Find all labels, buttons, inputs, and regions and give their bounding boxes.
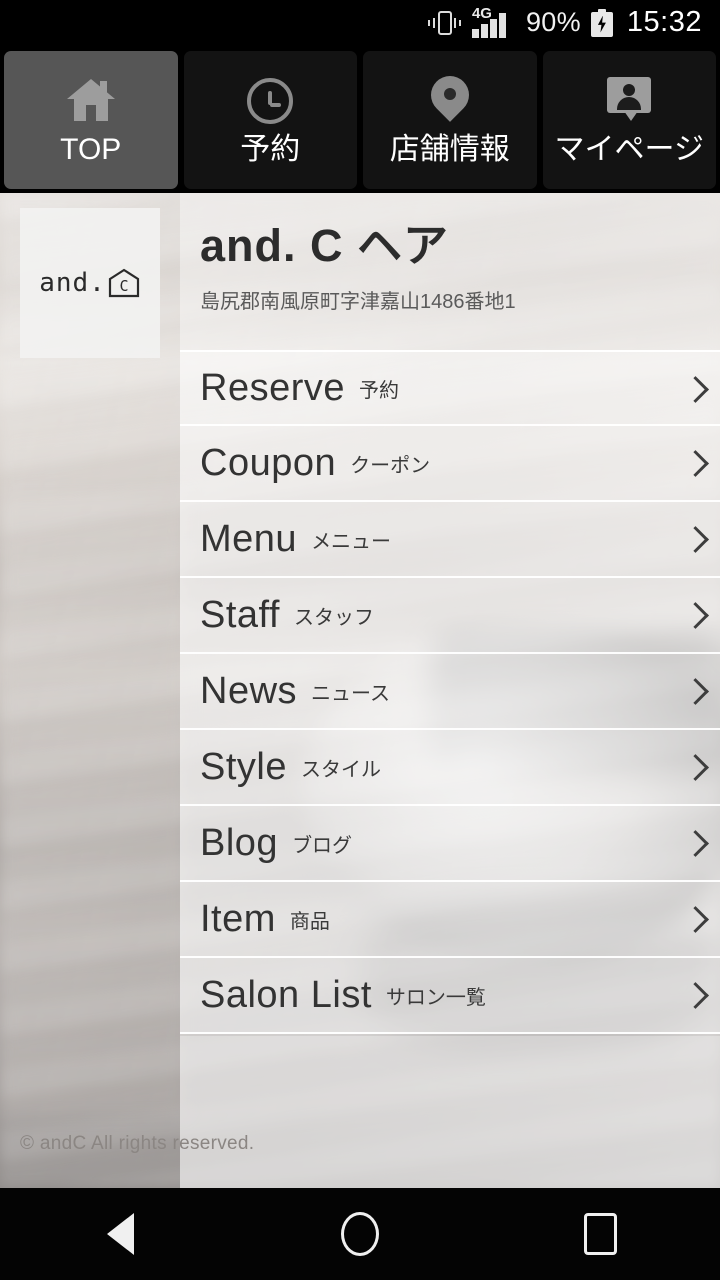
home-circle-icon <box>341 1212 379 1256</box>
copyright-text: © andC All rights reserved. <box>20 1133 255 1154</box>
clock-icon <box>247 75 294 127</box>
menu-item-salon-list[interactable]: Salon List サロン一覧 <box>180 958 720 1034</box>
phone-screen: 4G 90% 15:32 TOP 予約 店舗情報 マイページ and. C an… <box>0 0 720 1280</box>
chevron-right-icon <box>684 982 704 1010</box>
menu-item-label-en: Menu <box>200 517 298 560</box>
menu-panel: and. C ヘア 島尻郡南風原町字津嘉山1486番地1 Reserve 予約 … <box>180 193 720 1188</box>
menu-item-label-en: Blog <box>200 821 279 864</box>
menu-item-coupon[interactable]: Coupon クーポン <box>180 426 720 502</box>
tab-my-page-label: マイページ <box>554 133 704 166</box>
menu-item-label-en: Coupon <box>200 441 337 484</box>
menu-item-staff[interactable]: Staff スタッフ <box>180 578 720 654</box>
chevron-right-icon <box>684 754 704 782</box>
menu-item-label-ja: スタイル <box>300 758 381 781</box>
network-label: 4G <box>471 4 492 22</box>
chevron-right-icon <box>684 678 704 706</box>
back-triangle-icon <box>106 1213 134 1255</box>
menu-item-label-ja: ブログ <box>292 834 353 857</box>
person-badge-icon <box>607 75 652 127</box>
menu-item-menu[interactable]: Menu メニュー <box>180 502 720 578</box>
tab-my-page[interactable]: マイページ <box>542 51 716 189</box>
chevron-right-icon <box>684 830 704 858</box>
menu-item-label-en: Style <box>200 745 287 788</box>
chevron-right-icon <box>684 602 704 630</box>
chevron-right-icon <box>684 376 704 404</box>
status-bar: 4G 90% 15:32 <box>0 0 720 45</box>
tab-top[interactable]: TOP <box>4 51 178 189</box>
menu-item-label-ja: サロン一覧 <box>385 986 486 1009</box>
tab-reserve[interactable]: 予約 <box>183 51 357 189</box>
svg-text:C: C <box>119 277 128 295</box>
menu-item-label-en: Staff <box>200 593 280 636</box>
menu-item-label-ja: クーポン <box>350 454 431 477</box>
menu-item-label-ja: メニュー <box>311 530 392 553</box>
menu-item-label-ja: 予約 <box>359 379 399 402</box>
menu-item-label-en: Reserve <box>200 366 345 409</box>
menu-item-label-ja: ニュース <box>311 682 391 705</box>
tab-top-label: TOP <box>60 133 122 166</box>
nav-home-button[interactable] <box>305 1188 415 1280</box>
menu-item-blog[interactable]: Blog ブログ <box>180 806 720 882</box>
nav-recents-button[interactable] <box>545 1188 655 1280</box>
chevron-right-icon <box>684 526 704 554</box>
menu-list: Reserve 予約 Coupon クーポン Menu メニュー Staff ス <box>180 350 720 1034</box>
top-tab-bar: TOP 予約 店舗情報 マイページ <box>0 45 720 193</box>
battery-percent: 90% <box>525 7 581 37</box>
salon-logo: and. C <box>20 208 160 358</box>
main-content: and. C and. C ヘア 島尻郡南風原町字津嘉山1486番地1 Rese… <box>0 193 720 1188</box>
salon-header: and. C ヘア 島尻郡南風原町字津嘉山1486番地1 <box>180 193 720 314</box>
status-bar-clock: 15:32 <box>626 6 702 38</box>
menu-item-label-ja: スタッフ <box>293 606 374 629</box>
signal-bars-icon: 4G <box>471 4 516 38</box>
menu-item-label-en: Salon List <box>200 973 372 1016</box>
battery-charging-icon <box>590 8 613 37</box>
menu-item-label-en: News <box>200 669 298 712</box>
menu-item-label-ja: 商品 <box>289 910 330 933</box>
menu-item-label-en: Item <box>200 897 276 940</box>
chevron-right-icon <box>684 906 704 934</box>
page-title: and. C ヘア <box>200 220 450 271</box>
panel-footer-area <box>180 1036 720 1188</box>
android-nav-bar <box>0 1188 720 1280</box>
tab-reserve-label: 予約 <box>240 133 301 166</box>
chevron-right-icon <box>684 450 704 478</box>
nav-back-button[interactable] <box>65 1188 175 1280</box>
vibrate-icon <box>427 10 462 36</box>
menu-item-style[interactable]: Style スタイル <box>180 730 720 806</box>
map-pin-icon <box>422 68 477 127</box>
salon-address: 島尻郡南風原町字津嘉山1486番地1 <box>200 290 516 313</box>
house-c-icon: C <box>107 266 141 300</box>
menu-item-reserve[interactable]: Reserve 予約 <box>180 350 720 426</box>
recents-square-icon <box>583 1213 617 1255</box>
home-icon <box>66 75 115 127</box>
menu-item-item[interactable]: Item 商品 <box>180 882 720 958</box>
tab-shop-info[interactable]: 店舗情報 <box>363 51 537 189</box>
menu-item-news[interactable]: News ニュース <box>180 654 720 730</box>
logo-text: and. <box>39 268 106 298</box>
tab-shop-info-label: 店舗情報 <box>389 133 510 166</box>
